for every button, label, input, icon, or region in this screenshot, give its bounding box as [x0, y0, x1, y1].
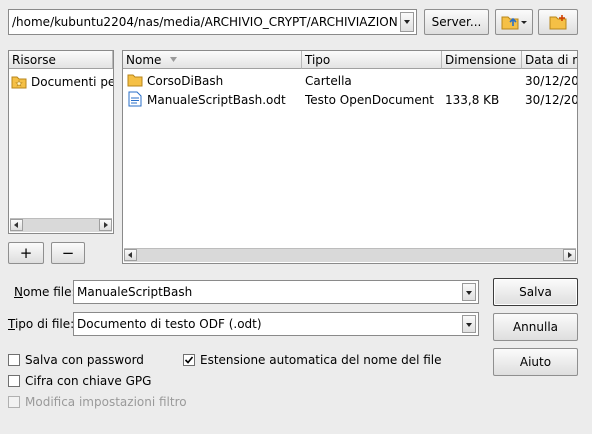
- help-button-label: Aiuto: [519, 355, 552, 369]
- filter-settings-label: Modifica impostazioni filtro: [25, 395, 187, 409]
- new-folder-button[interactable]: [538, 9, 578, 35]
- save-button[interactable]: Salva: [493, 278, 578, 306]
- add-place-label: +: [19, 244, 33, 262]
- file-row[interactable]: ManualeScriptBash.odt Testo OpenDocument…: [124, 91, 577, 109]
- filetype-value: Documento di testo ODF (.odt): [77, 317, 262, 331]
- file-name: CorsoDiBash: [147, 74, 224, 88]
- auto-extension-checkbox[interactable]: [183, 354, 195, 366]
- save-button-label: Salva: [519, 285, 552, 299]
- column-header-size-label: Dimensione: [445, 53, 517, 67]
- star-folder-icon: [11, 76, 27, 89]
- column-header-name-label: Nome: [126, 53, 162, 67]
- file-date: 30/12/2022: [525, 93, 577, 107]
- files-list[interactable]: Nome Tipo Dimensione Data di mo CorsoDiB…: [122, 50, 578, 264]
- files-horizontal-scrollbar[interactable]: [124, 248, 576, 262]
- path-combobox[interactable]: /home/kubuntu2204/nas/media/ARCHIVIO_CRY…: [8, 9, 417, 35]
- scroll-right-icon[interactable]: [99, 219, 112, 231]
- file-name: ManualeScriptBash.odt: [147, 93, 286, 107]
- folder-icon: [127, 74, 143, 87]
- file-date: 30/12/2022: [525, 74, 577, 88]
- remove-place-button[interactable]: −: [51, 242, 85, 264]
- file-size: 133,8 KB: [445, 93, 500, 107]
- checkmark-icon: [184, 356, 194, 364]
- column-header-name[interactable]: Nome: [123, 51, 302, 69]
- column-header-date-label: Data di mo: [525, 53, 577, 67]
- resources-pane[interactable]: Risorse Documenti pers: [8, 50, 114, 234]
- sort-descending-icon: [170, 57, 178, 62]
- scroll-left-icon[interactable]: [124, 249, 137, 261]
- resources-header[interactable]: Risorse: [9, 51, 113, 69]
- column-header-date[interactable]: Data di mo: [522, 51, 577, 69]
- new-folder-icon: [549, 15, 567, 30]
- resource-item-label: Documenti pers: [31, 75, 114, 89]
- filetype-label-text: ipo di file:: [14, 317, 75, 331]
- filetype-label: Tipo di file:: [8, 317, 75, 331]
- filename-value: ManualeScriptBash: [77, 285, 193, 299]
- filter-settings-checkbox[interactable]: [8, 396, 20, 408]
- add-place-button[interactable]: +: [8, 242, 44, 264]
- auto-extension-label[interactable]: Estensione automatica del nome del file: [200, 353, 442, 367]
- folder-up-button[interactable]: [495, 9, 533, 35]
- filename-label: Nome file:: [14, 285, 76, 299]
- cancel-button[interactable]: Annulla: [493, 313, 578, 341]
- scroll-right-icon[interactable]: [563, 249, 576, 261]
- column-header-type[interactable]: Tipo: [302, 51, 442, 69]
- save-password-label[interactable]: Salva con password: [25, 353, 144, 367]
- file-type: Cartella: [305, 74, 352, 88]
- filename-label-text: ome file:: [22, 285, 76, 299]
- server-button[interactable]: Server...: [424, 9, 489, 35]
- document-icon: [128, 91, 142, 107]
- folder-up-icon: [501, 16, 527, 30]
- gpg-encrypt-label[interactable]: Cifra con chiave GPG: [25, 374, 151, 388]
- column-header-size[interactable]: Dimensione: [442, 51, 522, 69]
- remove-place-label: −: [61, 244, 75, 262]
- file-type: Testo OpenDocument: [305, 93, 435, 107]
- filetype-select[interactable]: Documento di testo ODF (.odt): [73, 312, 479, 336]
- scroll-left-icon[interactable]: [10, 219, 23, 231]
- path-text: /home/kubuntu2204/nas/media/ARCHIVIO_CRY…: [12, 15, 397, 29]
- resources-horizontal-scrollbar[interactable]: [10, 218, 112, 232]
- server-button-label: Server...: [431, 15, 482, 29]
- filename-dropdown-arrow-icon[interactable]: [462, 283, 476, 301]
- file-row[interactable]: CorsoDiBash Cartella 30/12/2022: [124, 72, 577, 90]
- filename-input[interactable]: ManualeScriptBash: [73, 280, 479, 304]
- save-password-checkbox[interactable]: [8, 354, 20, 366]
- resource-item-documents[interactable]: Documenti pers: [11, 73, 114, 91]
- gpg-encrypt-checkbox[interactable]: [8, 375, 20, 387]
- cancel-button-label: Annulla: [512, 320, 559, 334]
- resources-header-label: Risorse: [12, 53, 56, 67]
- help-button[interactable]: Aiuto: [493, 348, 578, 376]
- column-header-type-label: Tipo: [305, 53, 331, 67]
- path-dropdown-arrow-icon[interactable]: [400, 12, 414, 32]
- filetype-dropdown-arrow-icon[interactable]: [462, 315, 476, 333]
